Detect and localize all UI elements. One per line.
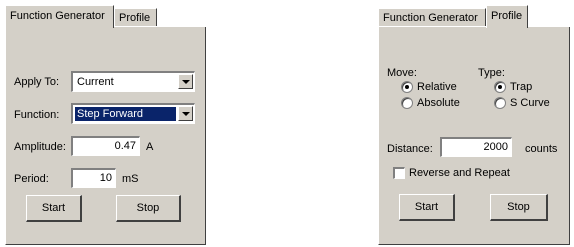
tab-function-generator[interactable]: Function Generator [378, 8, 486, 26]
profile-panel: Function Generator Profile Move: Relativ… [378, 5, 570, 245]
radio-s-curve[interactable] [494, 97, 506, 109]
distance-unit: counts [525, 143, 558, 155]
s-curve-label[interactable]: S Curve [510, 97, 550, 109]
start-button[interactable]: Start [26, 195, 82, 222]
amplitude-unit: A [146, 141, 154, 153]
function-label: Function: [14, 109, 60, 121]
function-select[interactable]: Step Forward [71, 103, 195, 124]
start-button[interactable]: Start [399, 194, 455, 221]
move-label: Move: [387, 67, 417, 79]
tab-profile[interactable]: Profile [486, 5, 528, 28]
radio-trap[interactable] [494, 81, 506, 93]
amplitude-label: Amplitude: [14, 141, 66, 153]
apply-to-value: Current [77, 76, 114, 88]
function-generator-panel: Function Generator Profile Apply To: Cur… [5, 5, 206, 245]
tab-strip: Function Generator Profile [378, 5, 570, 28]
function-value: Step Forward [75, 107, 176, 121]
period-label: Period: [14, 173, 49, 185]
relative-label[interactable]: Relative [417, 81, 457, 93]
stop-button[interactable]: Stop [490, 194, 548, 221]
reverse-repeat-checkbox[interactable] [393, 167, 405, 179]
amplitude-field[interactable]: 0.47 [71, 136, 140, 156]
type-label: Type: [478, 67, 505, 79]
chevron-down-icon[interactable] [178, 106, 193, 121]
radio-relative[interactable] [401, 81, 413, 93]
distance-label: Distance: [387, 143, 433, 155]
reverse-repeat-label[interactable]: Reverse and Repeat [409, 167, 510, 179]
apply-to-select[interactable]: Current [71, 71, 195, 92]
tab-profile[interactable]: Profile [114, 8, 157, 26]
tab-strip: Function Generator Profile [5, 5, 206, 28]
radio-absolute[interactable] [401, 97, 413, 109]
trap-label[interactable]: Trap [510, 81, 532, 93]
tab-function-generator[interactable]: Function Generator [5, 5, 114, 28]
apply-to-label: Apply To: [14, 76, 60, 88]
tab-body: Move: Relative Absolute Type: Trap S Cur… [378, 27, 570, 245]
tab-body: Apply To: Current Function: Step Forward… [5, 27, 206, 245]
stop-button[interactable]: Stop [116, 195, 181, 222]
absolute-label[interactable]: Absolute [417, 97, 460, 109]
distance-field[interactable]: 2000 [440, 137, 512, 157]
period-field[interactable]: 10 [71, 168, 116, 188]
chevron-down-icon[interactable] [178, 74, 193, 89]
period-unit: mS [122, 173, 139, 185]
